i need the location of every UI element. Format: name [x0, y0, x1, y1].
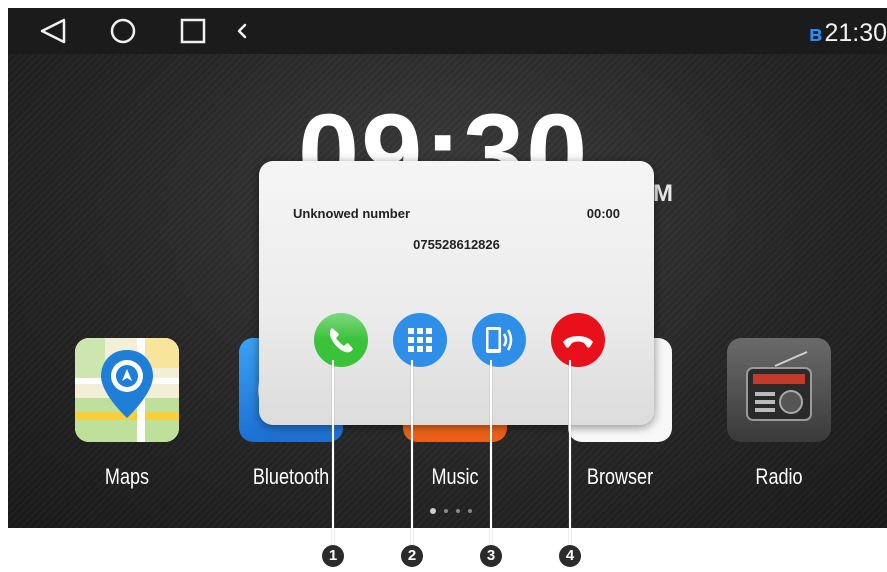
phone-icon	[314, 313, 368, 367]
callout-line	[569, 360, 571, 546]
dialpad-button[interactable]	[393, 313, 447, 367]
app-label-maps: Maps	[104, 464, 150, 489]
status-time: ʙ21:30	[809, 19, 887, 48]
callout-number-4: 4	[559, 545, 581, 567]
page-dot[interactable]	[456, 508, 460, 513]
incoming-call-dialog: Unknowed number 00:00 075528612826	[259, 161, 654, 425]
caller-number: 075528612826	[413, 237, 500, 252]
app-label-music: Music	[431, 464, 479, 489]
page-dot[interactable]	[444, 508, 448, 513]
app-label-browser: Browser	[586, 464, 654, 489]
switch-to-phone-button[interactable]	[472, 313, 526, 367]
radio-icon	[727, 338, 831, 442]
callout-number-1: 1	[322, 545, 344, 567]
app-maps[interactable]: Maps	[75, 338, 179, 489]
hang-up-button[interactable]	[551, 313, 605, 367]
answer-call-button[interactable]	[314, 313, 368, 367]
maps-icon	[75, 338, 179, 442]
callout-line	[332, 360, 334, 546]
callout-line	[411, 360, 413, 546]
recents-icon[interactable]	[178, 17, 208, 45]
call-timer: 00:00	[586, 206, 620, 221]
head-unit-screen: ʙ21:30 09:30 M Maps Bluetooth Music Brow…	[8, 8, 887, 528]
page-dot[interactable]	[430, 507, 436, 514]
callout-number-2: 2	[401, 545, 423, 567]
hang-up-icon	[551, 313, 605, 367]
app-radio[interactable]: Radio	[727, 338, 831, 489]
app-label-radio: Radio	[755, 464, 803, 489]
phone-speaker-icon	[472, 313, 526, 367]
home-clock-ampm: M	[653, 180, 673, 207]
home-icon[interactable]	[108, 17, 138, 45]
callout-line	[490, 360, 492, 546]
page-indicator	[430, 502, 480, 520]
page-dot[interactable]	[468, 508, 472, 513]
callout-number-3: 3	[480, 545, 502, 567]
dialpad-icon	[393, 313, 447, 367]
status-bar: ʙ21:30	[8, 8, 887, 54]
bluetooth-icon: ʙ	[808, 21, 823, 46]
back-icon[interactable]	[38, 17, 68, 45]
status-time-text: 21:30	[824, 19, 887, 47]
caller-name: Unknowed number	[293, 206, 411, 221]
chevron-left-icon[interactable]	[234, 17, 250, 45]
